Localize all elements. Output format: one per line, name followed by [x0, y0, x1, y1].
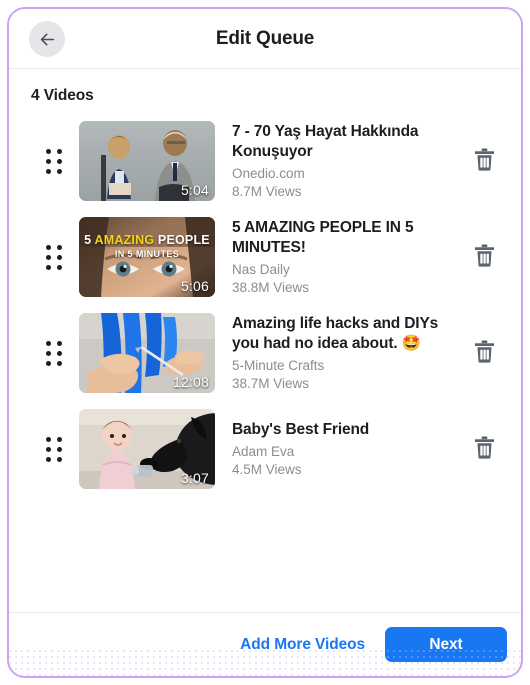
delete-video-button[interactable] [467, 432, 501, 466]
video-meta: Baby's Best Friend Adam Eva 4.5M Views [232, 420, 467, 478]
video-author: 5-Minute Crafts [232, 358, 325, 373]
trash-icon [474, 148, 495, 174]
video-views: 4.5M Views [232, 462, 302, 477]
delete-video-button[interactable] [467, 336, 501, 370]
video-title: Amazing life hacks and DIYs you had no i… [232, 315, 439, 352]
video-list-item[interactable]: 3:07 Baby's Best Friend Adam Eva 4.5M Vi… [9, 401, 521, 497]
video-author: Adam Eva [232, 444, 295, 459]
video-thumbnail[interactable]: 3:07 [79, 409, 215, 489]
video-thumbnail[interactable]: 5 AMAZING PEOPLE IN 5 MINUTES 5:06 [79, 217, 215, 297]
next-button[interactable]: Next [385, 627, 507, 662]
video-duration: 5:06 [180, 278, 209, 294]
drag-handle-icon[interactable] [35, 237, 73, 277]
video-meta: 5 AMAZING PEOPLE IN 5 MINUTES! Nas Daily… [232, 218, 467, 296]
delete-video-button[interactable] [467, 240, 501, 274]
video-duration: 5:04 [180, 182, 209, 198]
video-meta: 7 - 70 Yaş Hayat Hakkında Konuşuyor Oned… [232, 122, 467, 200]
video-thumbnail[interactable]: 5:04 [79, 121, 215, 201]
dialog-footer: Add More Videos Next [9, 612, 521, 676]
video-duration: 12:08 [172, 374, 209, 390]
video-thumbnail[interactable]: 12:08 [79, 313, 215, 393]
drag-handle-icon[interactable] [35, 333, 73, 373]
delete-video-button[interactable] [467, 144, 501, 178]
edit-queue-dialog: Edit Queue 4 Videos 5:04 7 - 70 Yaş Haya… [7, 7, 523, 678]
video-title: 5 AMAZING PEOPLE IN 5 MINUTES! [232, 219, 414, 256]
video-author: Nas Daily [232, 262, 290, 277]
dialog-header: Edit Queue [9, 9, 521, 69]
video-list-item[interactable]: 12:08 Amazing life hacks and DIYs you ha… [9, 305, 521, 401]
add-more-videos-button[interactable]: Add More Videos [236, 630, 369, 660]
video-count-label: 4 Videos [31, 87, 94, 104]
video-meta: Amazing life hacks and DIYs you had no i… [232, 314, 467, 392]
trash-icon [474, 244, 495, 270]
video-list-item[interactable]: 5 AMAZING PEOPLE IN 5 MINUTES 5:06 5 AMA… [9, 209, 521, 305]
video-views: 38.8M Views [232, 280, 310, 295]
drag-handle-icon[interactable] [35, 141, 73, 181]
page-title: Edit Queue [215, 28, 315, 49]
video-duration: 3:07 [180, 470, 209, 486]
video-list: 5:04 7 - 70 Yaş Hayat Hakkında Konuşuyor… [9, 113, 521, 497]
video-author: Onedio.com [232, 166, 305, 181]
drag-handle-icon[interactable] [35, 429, 73, 469]
video-views: 38.7M Views [232, 376, 310, 391]
video-title: 7 - 70 Yaş Hayat Hakkında Konuşuyor [232, 123, 419, 160]
trash-icon [474, 340, 495, 366]
video-title: Baby's Best Friend [232, 421, 370, 438]
trash-icon [474, 436, 495, 462]
video-views: 8.7M Views [232, 184, 302, 199]
video-list-item[interactable]: 5:04 7 - 70 Yaş Hayat Hakkında Konuşuyor… [9, 113, 521, 209]
video-list-area: 4 Videos 5:04 7 - 70 Yaş Hayat Hakkında … [9, 69, 521, 612]
